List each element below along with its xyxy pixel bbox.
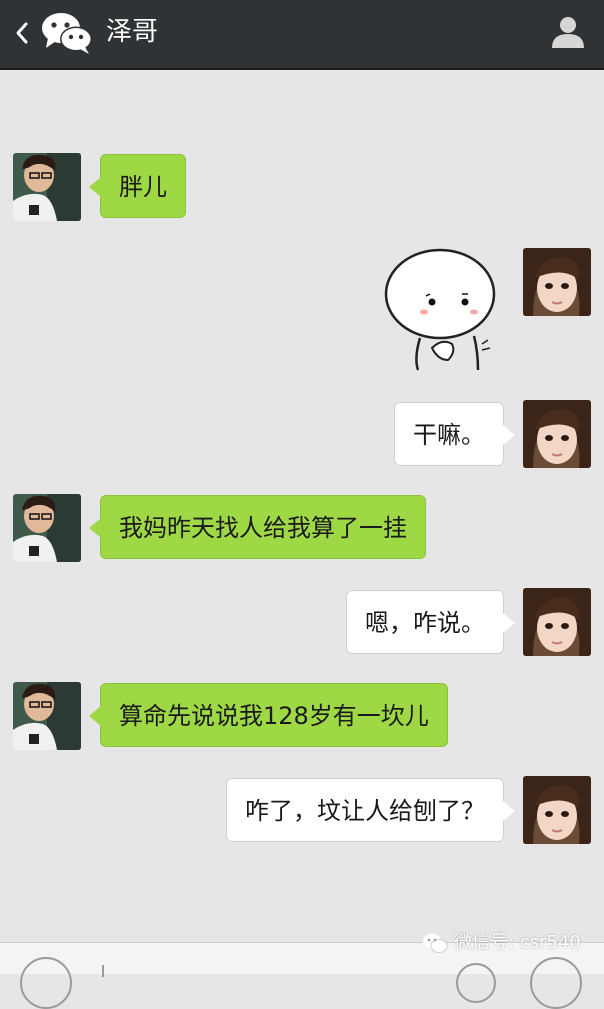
my-avatar[interactable] [523, 588, 591, 656]
message-bubble-incoming[interactable]: 算命先说说我128岁有一坎儿 [89, 683, 448, 747]
my-avatar[interactable] [523, 248, 591, 316]
wechat-logo-icon [42, 13, 92, 54]
watermark-text: 微信号: csr540 [454, 932, 581, 953]
wechat-logo-icon [423, 933, 448, 953]
contact-avatar[interactable] [13, 153, 81, 221]
message-bubble-incoming[interactable]: 胖儿 [89, 154, 186, 218]
message-bubble-outgoing[interactable]: 干嘛。 [394, 402, 515, 466]
chat-header: 泽哥 [0, 0, 604, 70]
message-bubble-incoming[interactable]: 我妈昨天找人给我算了一挂 [89, 495, 426, 559]
person-icon[interactable] [550, 14, 586, 50]
message-bubble-outgoing[interactable]: 嗯，咋说。 [346, 590, 515, 654]
voice-icon[interactable] [20, 957, 72, 1009]
contact-avatar[interactable] [13, 682, 81, 750]
shy-face-sticker[interactable] [382, 248, 502, 376]
my-avatar[interactable] [523, 776, 591, 844]
chevron-left-icon[interactable] [12, 18, 32, 48]
watermark: 微信号: csr540 [422, 928, 581, 958]
chat-history[interactable]: 胖儿 干嘛。 我妈昨天找人给我算了一挂 嗯，咋说。 算命先说说我128岁有一坎儿… [0, 72, 604, 942]
page-title: 泽哥 [106, 17, 159, 47]
message-input[interactable] [102, 965, 104, 977]
message-bubble-outgoing[interactable]: 咋了，坟让人给刨了？ [226, 778, 515, 842]
my-avatar[interactable] [523, 400, 591, 468]
plus-icon[interactable] [530, 957, 582, 1009]
contact-avatar[interactable] [13, 494, 81, 562]
emoji-icon[interactable] [456, 963, 496, 1003]
